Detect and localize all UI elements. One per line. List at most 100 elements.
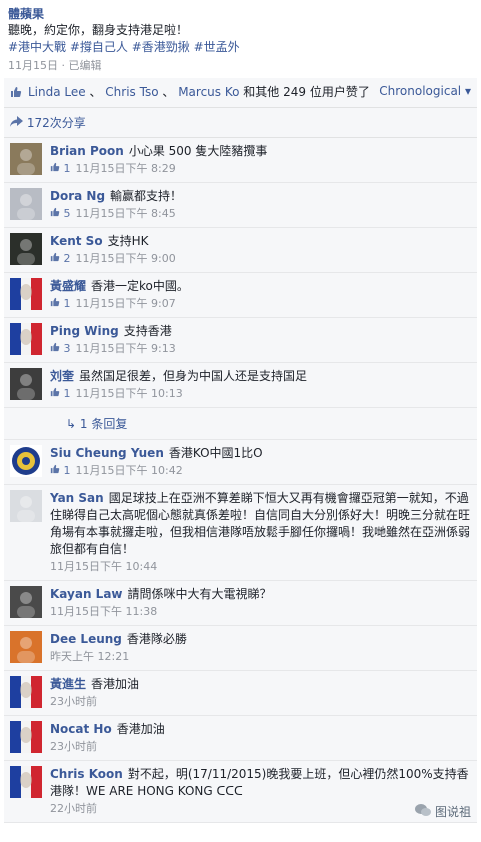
comment-body: 黃盛耀 香港一定ko中國。 1 11月15日下午 9:07 <box>50 278 471 312</box>
shares-row[interactable]: 172次分享 <box>4 108 477 138</box>
avatar[interactable] <box>10 278 42 310</box>
comment-like-count[interactable]: 1 <box>50 387 71 400</box>
comment-time[interactable]: 11月15日下午 10:42 <box>76 464 183 477</box>
comment-like-count[interactable]: 2 <box>50 252 71 265</box>
comment-item: Kayan Law 請問係咪中大有大電視睇？ 11月15日下午 11:38 <box>4 581 477 626</box>
comment-meta: 1 11月15日下午 10:42 <box>50 463 471 479</box>
comment-like-count[interactable]: 3 <box>50 342 71 355</box>
comment-line: Chris Koon 對不起，明(17/11/2015)晚我要上班，但心裡仍然10… <box>50 766 471 800</box>
comment-item: Kent So 支持HK 2 11月15日下午 9:00 <box>4 228 477 273</box>
comment-line: 黃盛耀 香港一定ko中國。 <box>50 278 471 295</box>
comment-like-count[interactable]: 1 <box>50 464 71 477</box>
post-author[interactable]: 體蘋果 <box>8 6 473 22</box>
comment-author[interactable]: Chris Koon <box>50 767 123 781</box>
post-text: 聽晚，約定你，翻身支持港足啦！ <box>8 23 189 37</box>
comment-author[interactable]: Dora Ng <box>50 189 105 203</box>
comment-text: 國足球技上在亞洲不算差睇下恒大又再有機會攞亞冠第一就知，不過住睇得自己太高呢個心… <box>50 491 471 556</box>
comment-meta: 23小时前 <box>50 694 471 710</box>
avatar[interactable] <box>10 490 42 522</box>
liker-link[interactable]: Linda Lee <box>28 85 86 99</box>
post-hashtags[interactable]: #港中大戰 #撐自己人 #香港勁揪 #世孟外 <box>8 39 473 56</box>
comment-time[interactable]: 23小时前 <box>50 740 97 753</box>
liker-link[interactable]: Marcus Ko <box>178 85 239 99</box>
comment-line: 黃進生 香港加油 <box>50 676 471 693</box>
comment-time[interactable]: 11月15日下午 9:00 <box>76 252 176 265</box>
comment-order-label: Chronological <box>379 84 462 98</box>
comment-text: 請問係咪中大有大電視睇？ <box>127 587 272 601</box>
comment-author[interactable]: Dee Leung <box>50 632 122 646</box>
like-thumb-icon <box>50 252 60 262</box>
post-time[interactable]: 11月15日 <box>8 59 58 72</box>
comment-time[interactable]: 昨天上午 12:21 <box>50 650 129 663</box>
likes-rest[interactable]: 和其他 249 位用户赞了 <box>243 85 370 99</box>
comment-order-dropdown[interactable]: Chronological ▾ <box>379 84 471 98</box>
comment-author[interactable]: Kayan Law <box>50 587 123 601</box>
avatar[interactable] <box>10 143 42 175</box>
like-count: 3 <box>63 342 71 355</box>
avatar[interactable] <box>10 676 42 708</box>
comment-line: Nocat Ho 香港加油 <box>50 721 471 738</box>
comment-author[interactable]: 黃進生 <box>50 677 86 691</box>
avatar[interactable] <box>10 445 42 477</box>
comment-meta: 11月15日下午 11:38 <box>50 604 471 620</box>
comment-author[interactable]: Kent So <box>50 234 103 248</box>
avatar[interactable] <box>10 368 42 400</box>
chevron-down-icon: ▾ <box>464 84 471 98</box>
comment-meta: 1 11月15日下午 10:13 <box>50 386 471 402</box>
like-thumb-icon <box>50 297 60 307</box>
view-replies-link[interactable]: ↳ 1 条回复 <box>4 408 477 440</box>
comment-time[interactable]: 11月15日下午 9:07 <box>76 297 176 310</box>
avatar[interactable] <box>10 233 42 265</box>
comment-author[interactable]: Nocat Ho <box>50 722 112 736</box>
comment-body: Kayan Law 請問係咪中大有大電視睇？ 11月15日下午 11:38 <box>50 586 471 620</box>
comment-time[interactable]: 11月15日下午 8:45 <box>76 207 176 220</box>
comment-text: 支持HK <box>107 234 149 248</box>
comment-text: 香港KO中國1比O <box>168 446 263 460</box>
comment-body: Dee Leung 香港隊必勝昨天上午 12:21 <box>50 631 471 665</box>
comment-body: Brian Poon 小心果 500 隻大陸豬攬事 1 11月15日下午 8:29 <box>50 143 471 177</box>
comment-time[interactable]: 11月15日下午 11:38 <box>50 605 157 618</box>
comment-like-count[interactable]: 5 <box>50 207 71 220</box>
comment-author[interactable]: 黃盛耀 <box>50 279 86 293</box>
comment-text: 香港加油 <box>91 677 140 691</box>
comment-author[interactable]: 刘奎 <box>50 369 74 383</box>
comment-line: Kent So 支持HK <box>50 233 471 250</box>
comment-author[interactable]: Brian Poon <box>50 144 124 158</box>
comment-time[interactable]: 11月15日下午 8:29 <box>76 162 176 175</box>
reply-arrow-icon: ↳ <box>66 417 77 431</box>
comment-text: 香港一定ko中國。 <box>91 279 189 293</box>
comment-item: Nocat Ho 香港加油 23小时前 <box>4 716 477 761</box>
comment-time[interactable]: 23小时前 <box>50 695 97 708</box>
avatar[interactable] <box>10 188 42 220</box>
comment-line: Brian Poon 小心果 500 隻大陸豬攬事 <box>50 143 471 160</box>
comment-time[interactable]: 11月15日下午 9:13 <box>76 342 176 355</box>
avatar[interactable] <box>10 586 42 618</box>
comment-meta: 2 11月15日下午 9:00 <box>50 251 471 267</box>
comment-body: Nocat Ho 香港加油 23小时前 <box>50 721 471 755</box>
post-edited[interactable]: 已编辑 <box>69 59 102 72</box>
comment-meta: 22小时前 <box>50 801 471 817</box>
comment-author[interactable]: Siu Cheung Yuen <box>50 446 164 460</box>
comment-item: 黃盛耀 香港一定ko中國。 1 11月15日下午 9:07 <box>4 273 477 318</box>
share-icon <box>10 116 27 130</box>
comment-text: 香港隊必勝 <box>126 632 187 646</box>
avatar[interactable] <box>10 721 42 753</box>
avatar[interactable] <box>10 631 42 663</box>
like-thumb-icon <box>50 464 60 474</box>
post-meta: 11月15日 · 已编辑 <box>8 59 102 72</box>
comment-author[interactable]: Yan San <box>50 491 104 505</box>
comment-time[interactable]: 22小时前 <box>50 802 97 815</box>
comment-like-count[interactable]: 1 <box>50 162 71 175</box>
comment-line: Ping Wing 支持香港 <box>50 323 471 340</box>
comment-line: 刘奎 虽然国足很差，但身为中国人还是支持国足 <box>50 368 471 385</box>
avatar[interactable] <box>10 323 42 355</box>
reply-count-label: 1 条回复 <box>79 417 128 431</box>
like-thumb-icon <box>10 86 22 101</box>
comment-author[interactable]: Ping Wing <box>50 324 119 338</box>
comment-time[interactable]: 11月15日下午 10:44 <box>50 560 157 573</box>
likes-text: Linda Lee 、 Chris Tso 、 Marcus Ko 和其他 24… <box>28 85 370 99</box>
avatar[interactable] <box>10 766 42 798</box>
comment-time[interactable]: 11月15日下午 10:13 <box>76 387 183 400</box>
comment-like-count[interactable]: 1 <box>50 297 71 310</box>
liker-link[interactable]: Chris Tso <box>105 85 158 99</box>
